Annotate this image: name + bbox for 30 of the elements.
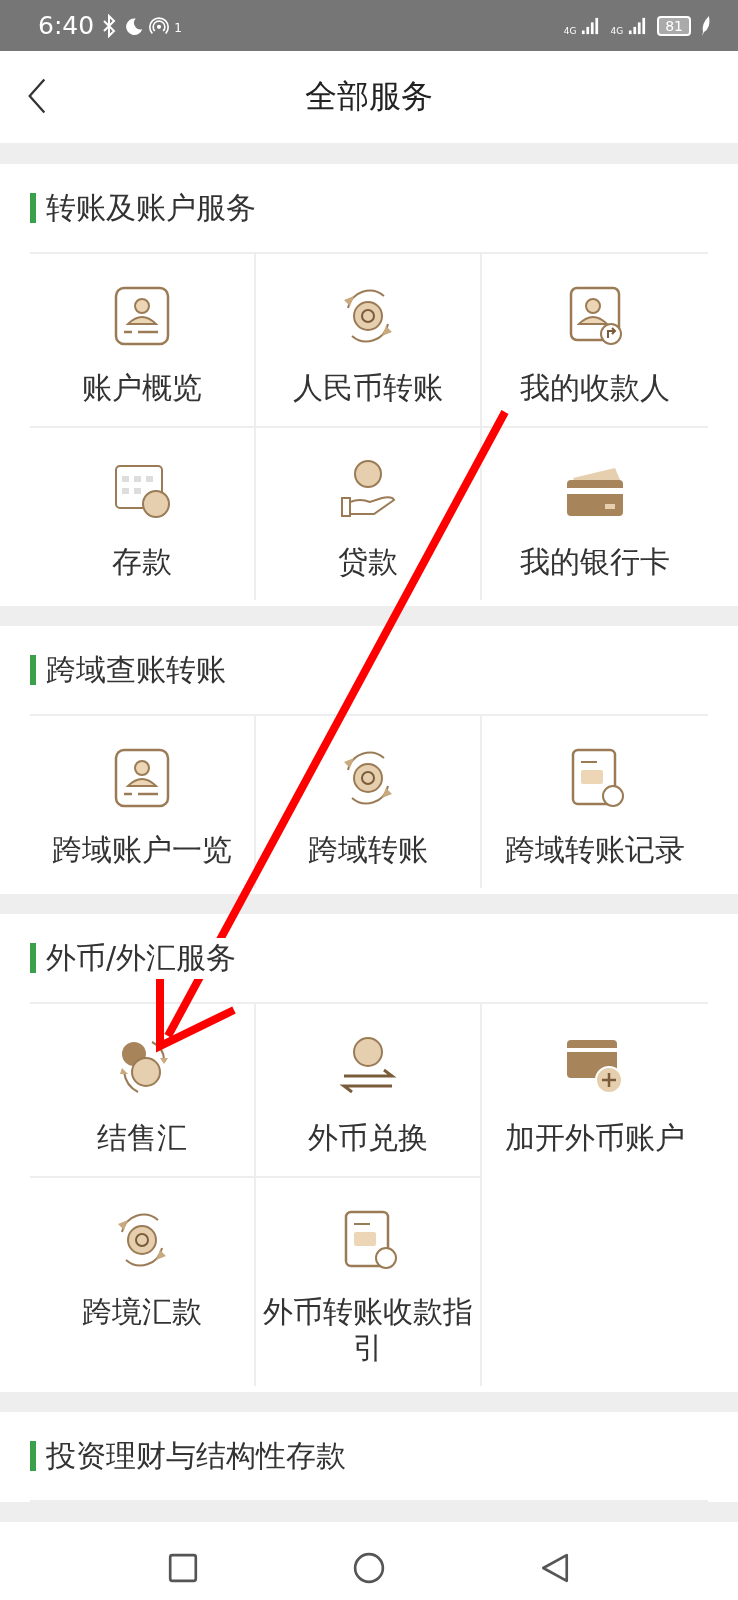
service-item[interactable]: 贷款 xyxy=(256,426,482,600)
section-accent-bar xyxy=(30,193,36,223)
service-item[interactable]: 结售汇 xyxy=(30,1004,256,1176)
service-item[interactable]: 跨域转账记录 xyxy=(482,716,708,888)
service-item[interactable]: 我的银行卡 xyxy=(482,426,708,600)
status-time: 6:40 xyxy=(38,11,95,40)
service-item[interactable]: 人民币转账 xyxy=(256,254,482,426)
service-item[interactable]: 存款 xyxy=(30,426,256,600)
service-item[interactable]: 账户概览 xyxy=(30,254,256,426)
service-item[interactable]: 跨境汇款 xyxy=(30,1176,256,1386)
network-type: 4G xyxy=(610,25,624,36)
signal-icon xyxy=(581,15,600,36)
hotspot-count: 1 xyxy=(174,21,182,35)
back-icon[interactable] xyxy=(539,1552,571,1584)
page-title: 全部服务 xyxy=(305,76,433,117)
service-item[interactable]: 加开外币账户 xyxy=(482,1004,708,1176)
service-item[interactable]: 跨域转账 xyxy=(256,716,482,888)
section-title: 外币/外汇服务 xyxy=(46,937,237,979)
home-icon[interactable] xyxy=(353,1552,385,1584)
signal-icon xyxy=(628,15,647,36)
section-accent-bar xyxy=(30,1441,36,1471)
recent-apps-icon[interactable] xyxy=(167,1552,199,1584)
service-item[interactable]: 跨域账户一览 xyxy=(30,716,256,888)
battery-level: 81 xyxy=(657,15,691,36)
service-item[interactable]: 外币兑换 xyxy=(256,1004,482,1176)
service-item[interactable]: 我的收款人 xyxy=(482,254,708,426)
section-accent-bar xyxy=(30,655,36,685)
section-accent-bar xyxy=(30,943,36,973)
service-item[interactable]: 外币转账收款指引 xyxy=(256,1176,482,1386)
network-type: 4G xyxy=(563,25,577,36)
